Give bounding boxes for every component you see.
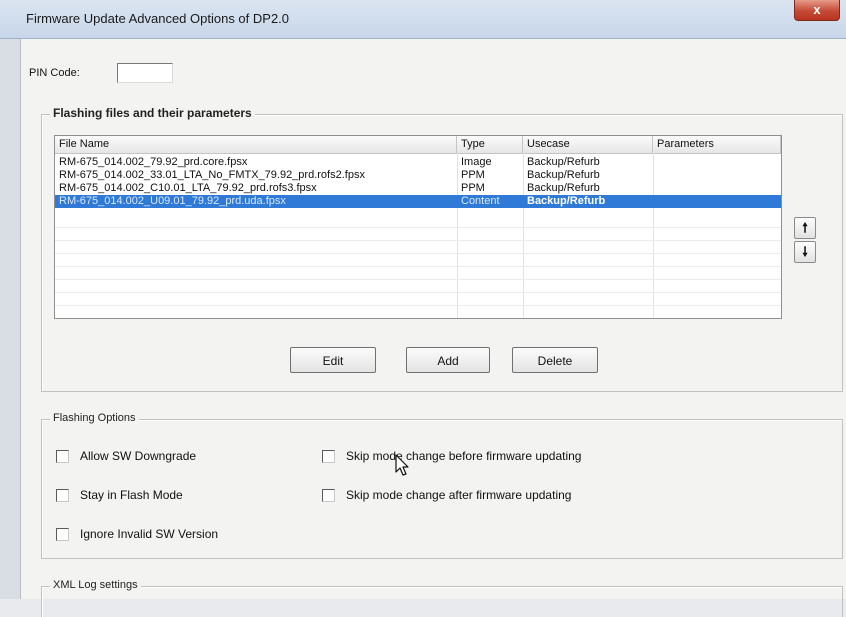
usecase-cell: Backup/Refurb: [527, 156, 600, 168]
flashing-files-group: Flashing files and their parameters File…: [41, 106, 843, 392]
file-name-cell: RM-675_014.002_79.92_prd.core.fpsx: [59, 156, 248, 168]
checkbox-box[interactable]: [56, 449, 69, 463]
parameters-cell: [653, 182, 781, 195]
list-header: File Name Type Usecase Parameters: [55, 136, 781, 154]
file-name-cell: RM-675_014.002_33.01_LTA_No_FMTX_79.92_p…: [59, 169, 365, 181]
column-header-usecase[interactable]: Usecase: [523, 136, 653, 153]
flashing-options-group: Flashing Options Allow SW Downgrade Stay…: [41, 412, 843, 559]
edit-button[interactable]: Edit: [290, 347, 376, 373]
stay-in-flash-mode-checkbox[interactable]: Stay in Flash Mode: [56, 488, 183, 502]
type-cell: PPM: [461, 182, 485, 194]
grid-divider: [55, 227, 781, 228]
flashing-options-group-title: Flashing Options: [50, 412, 139, 424]
arrow-down-icon: 🠗: [802, 244, 808, 259]
pin-code-input[interactable]: [117, 63, 173, 83]
xml-log-settings-group: XML Log settings: [41, 579, 843, 617]
usecase-cell: Backup/Refurb: [527, 182, 600, 194]
skip-mode-change-after-label: Skip mode change after firmware updating: [346, 488, 572, 502]
window-left-edge: [0, 39, 20, 599]
window-title: Firmware Update Advanced Options of DP2.…: [26, 11, 290, 26]
stay-in-flash-mode-label: Stay in Flash Mode: [80, 488, 183, 502]
skip-mode-change-after-checkbox[interactable]: Skip mode change after firmware updating: [322, 488, 571, 502]
parameters-cell: [653, 169, 781, 182]
move-up-button[interactable]: 🠕: [794, 217, 816, 239]
allow-sw-downgrade-label: Allow SW Downgrade: [80, 449, 197, 463]
parameters-cell: [653, 195, 781, 208]
delete-button[interactable]: Delete: [512, 347, 598, 373]
grid-divider: [55, 305, 781, 306]
xml-log-settings-group-title: XML Log settings: [50, 579, 141, 591]
pin-code-label: PIN Code:: [29, 67, 80, 79]
checkbox-box[interactable]: [322, 488, 335, 502]
column-header-type[interactable]: Type: [457, 136, 523, 153]
skip-mode-change-before-label: Skip mode change before firmware updatin…: [346, 449, 582, 463]
usecase-cell: Backup/Refurb: [527, 195, 606, 207]
flashing-files-group-title: Flashing files and their parameters: [50, 106, 255, 120]
grid-divider: [55, 279, 781, 280]
file-name-cell: RM-675_014.002_C10.01_LTA_79.92_prd.rofs…: [59, 182, 317, 194]
grid-divider: [55, 240, 781, 241]
skip-mode-change-before-checkbox[interactable]: Skip mode change before firmware updatin…: [322, 449, 581, 463]
allow-sw-downgrade-checkbox[interactable]: Allow SW Downgrade: [56, 449, 196, 463]
mouse-pointer-icon: [395, 454, 409, 476]
close-icon: x: [813, 2, 821, 17]
column-header-file-name[interactable]: File Name: [55, 136, 457, 153]
move-down-button[interactable]: 🠗: [794, 241, 816, 263]
checkbox-box[interactable]: [56, 488, 69, 502]
checkbox-box[interactable]: [322, 449, 335, 463]
table-row[interactable]: RM-675_014.002_33.01_LTA_No_FMTX_79.92_p…: [55, 169, 781, 182]
arrow-up-icon: 🠕: [802, 220, 808, 235]
type-cell: Image: [461, 156, 492, 168]
grid-divider: [55, 253, 781, 254]
type-cell: Content: [461, 195, 500, 207]
title-bar: Firmware Update Advanced Options of DP2.…: [0, 0, 846, 39]
table-row[interactable]: RM-675_014.002_79.92_prd.core.fpsx Image…: [55, 156, 781, 169]
checkbox-box[interactable]: [56, 527, 69, 541]
ignore-invalid-sw-version-checkbox[interactable]: Ignore Invalid SW Version: [56, 527, 218, 541]
usecase-cell: Backup/Refurb: [527, 169, 600, 181]
grid-divider: [55, 292, 781, 293]
column-header-parameters[interactable]: Parameters: [653, 136, 781, 153]
file-name-cell: RM-675_014.002_U09.01_79.92_prd.uda.fpsx: [59, 195, 286, 207]
type-cell: PPM: [461, 169, 485, 181]
add-button[interactable]: Add: [406, 347, 490, 373]
grid-divider: [55, 266, 781, 267]
dialog-client-area: PIN Code: Flashing files and their param…: [20, 39, 846, 617]
close-button[interactable]: x: [794, 0, 840, 21]
ignore-invalid-sw-version-label: Ignore Invalid SW Version: [80, 527, 219, 541]
flashing-files-list[interactable]: File Name Type Usecase Parameters RM-675…: [54, 135, 782, 319]
parameters-cell: [653, 156, 781, 169]
table-row-selected[interactable]: RM-675_014.002_U09.01_79.92_prd.uda.fpsx…: [55, 195, 781, 208]
table-row[interactable]: RM-675_014.002_C10.01_LTA_79.92_prd.rofs…: [55, 182, 781, 195]
